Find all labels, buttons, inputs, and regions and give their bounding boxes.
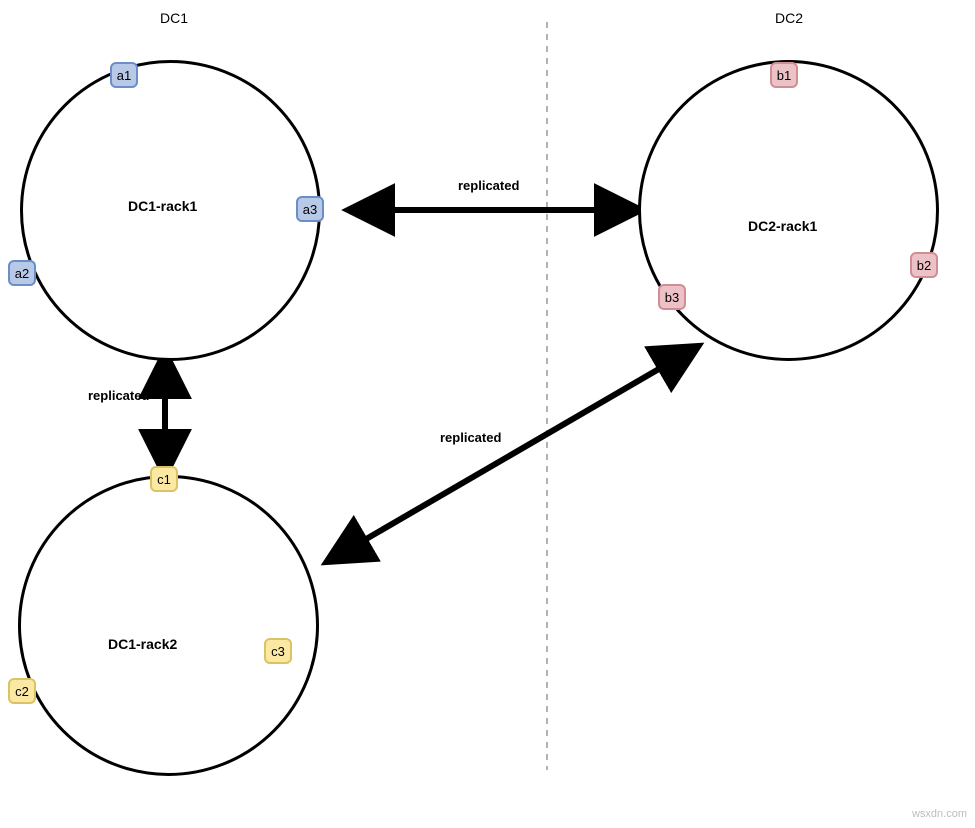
ring-label-dc1-rack2: DC1-rack2: [108, 636, 177, 652]
edge-dc1rack2-dc2rack1: [330, 348, 695, 560]
ring-dc2-rack1: [638, 60, 939, 361]
node-a3: a3: [296, 196, 324, 222]
ring-label-dc2-rack1: DC2-rack1: [748, 218, 817, 234]
node-b2: b2: [910, 252, 938, 278]
header-dc1: DC1: [160, 10, 188, 26]
node-c3: c3: [264, 638, 292, 664]
node-c1: c1: [150, 466, 178, 492]
node-b3: b3: [658, 284, 686, 310]
node-a1: a1: [110, 62, 138, 88]
watermark: wsxdn.com: [912, 808, 967, 820]
diagram-canvas: DC1 DC2 DC1-rack1 a1 a2 a3 DC2-rack1 b1 …: [0, 0, 975, 828]
node-a2: a2: [8, 260, 36, 286]
node-c2: c2: [8, 678, 36, 704]
node-b1: b1: [770, 62, 798, 88]
ring-dc1-rack2: [18, 475, 319, 776]
edge-label-left: replicated: [88, 388, 149, 403]
ring-label-dc1-rack1: DC1-rack1: [128, 198, 197, 214]
edge-label-diag: replicated: [440, 430, 501, 445]
edge-label-top: replicated: [458, 178, 519, 193]
header-dc2: DC2: [775, 10, 803, 26]
